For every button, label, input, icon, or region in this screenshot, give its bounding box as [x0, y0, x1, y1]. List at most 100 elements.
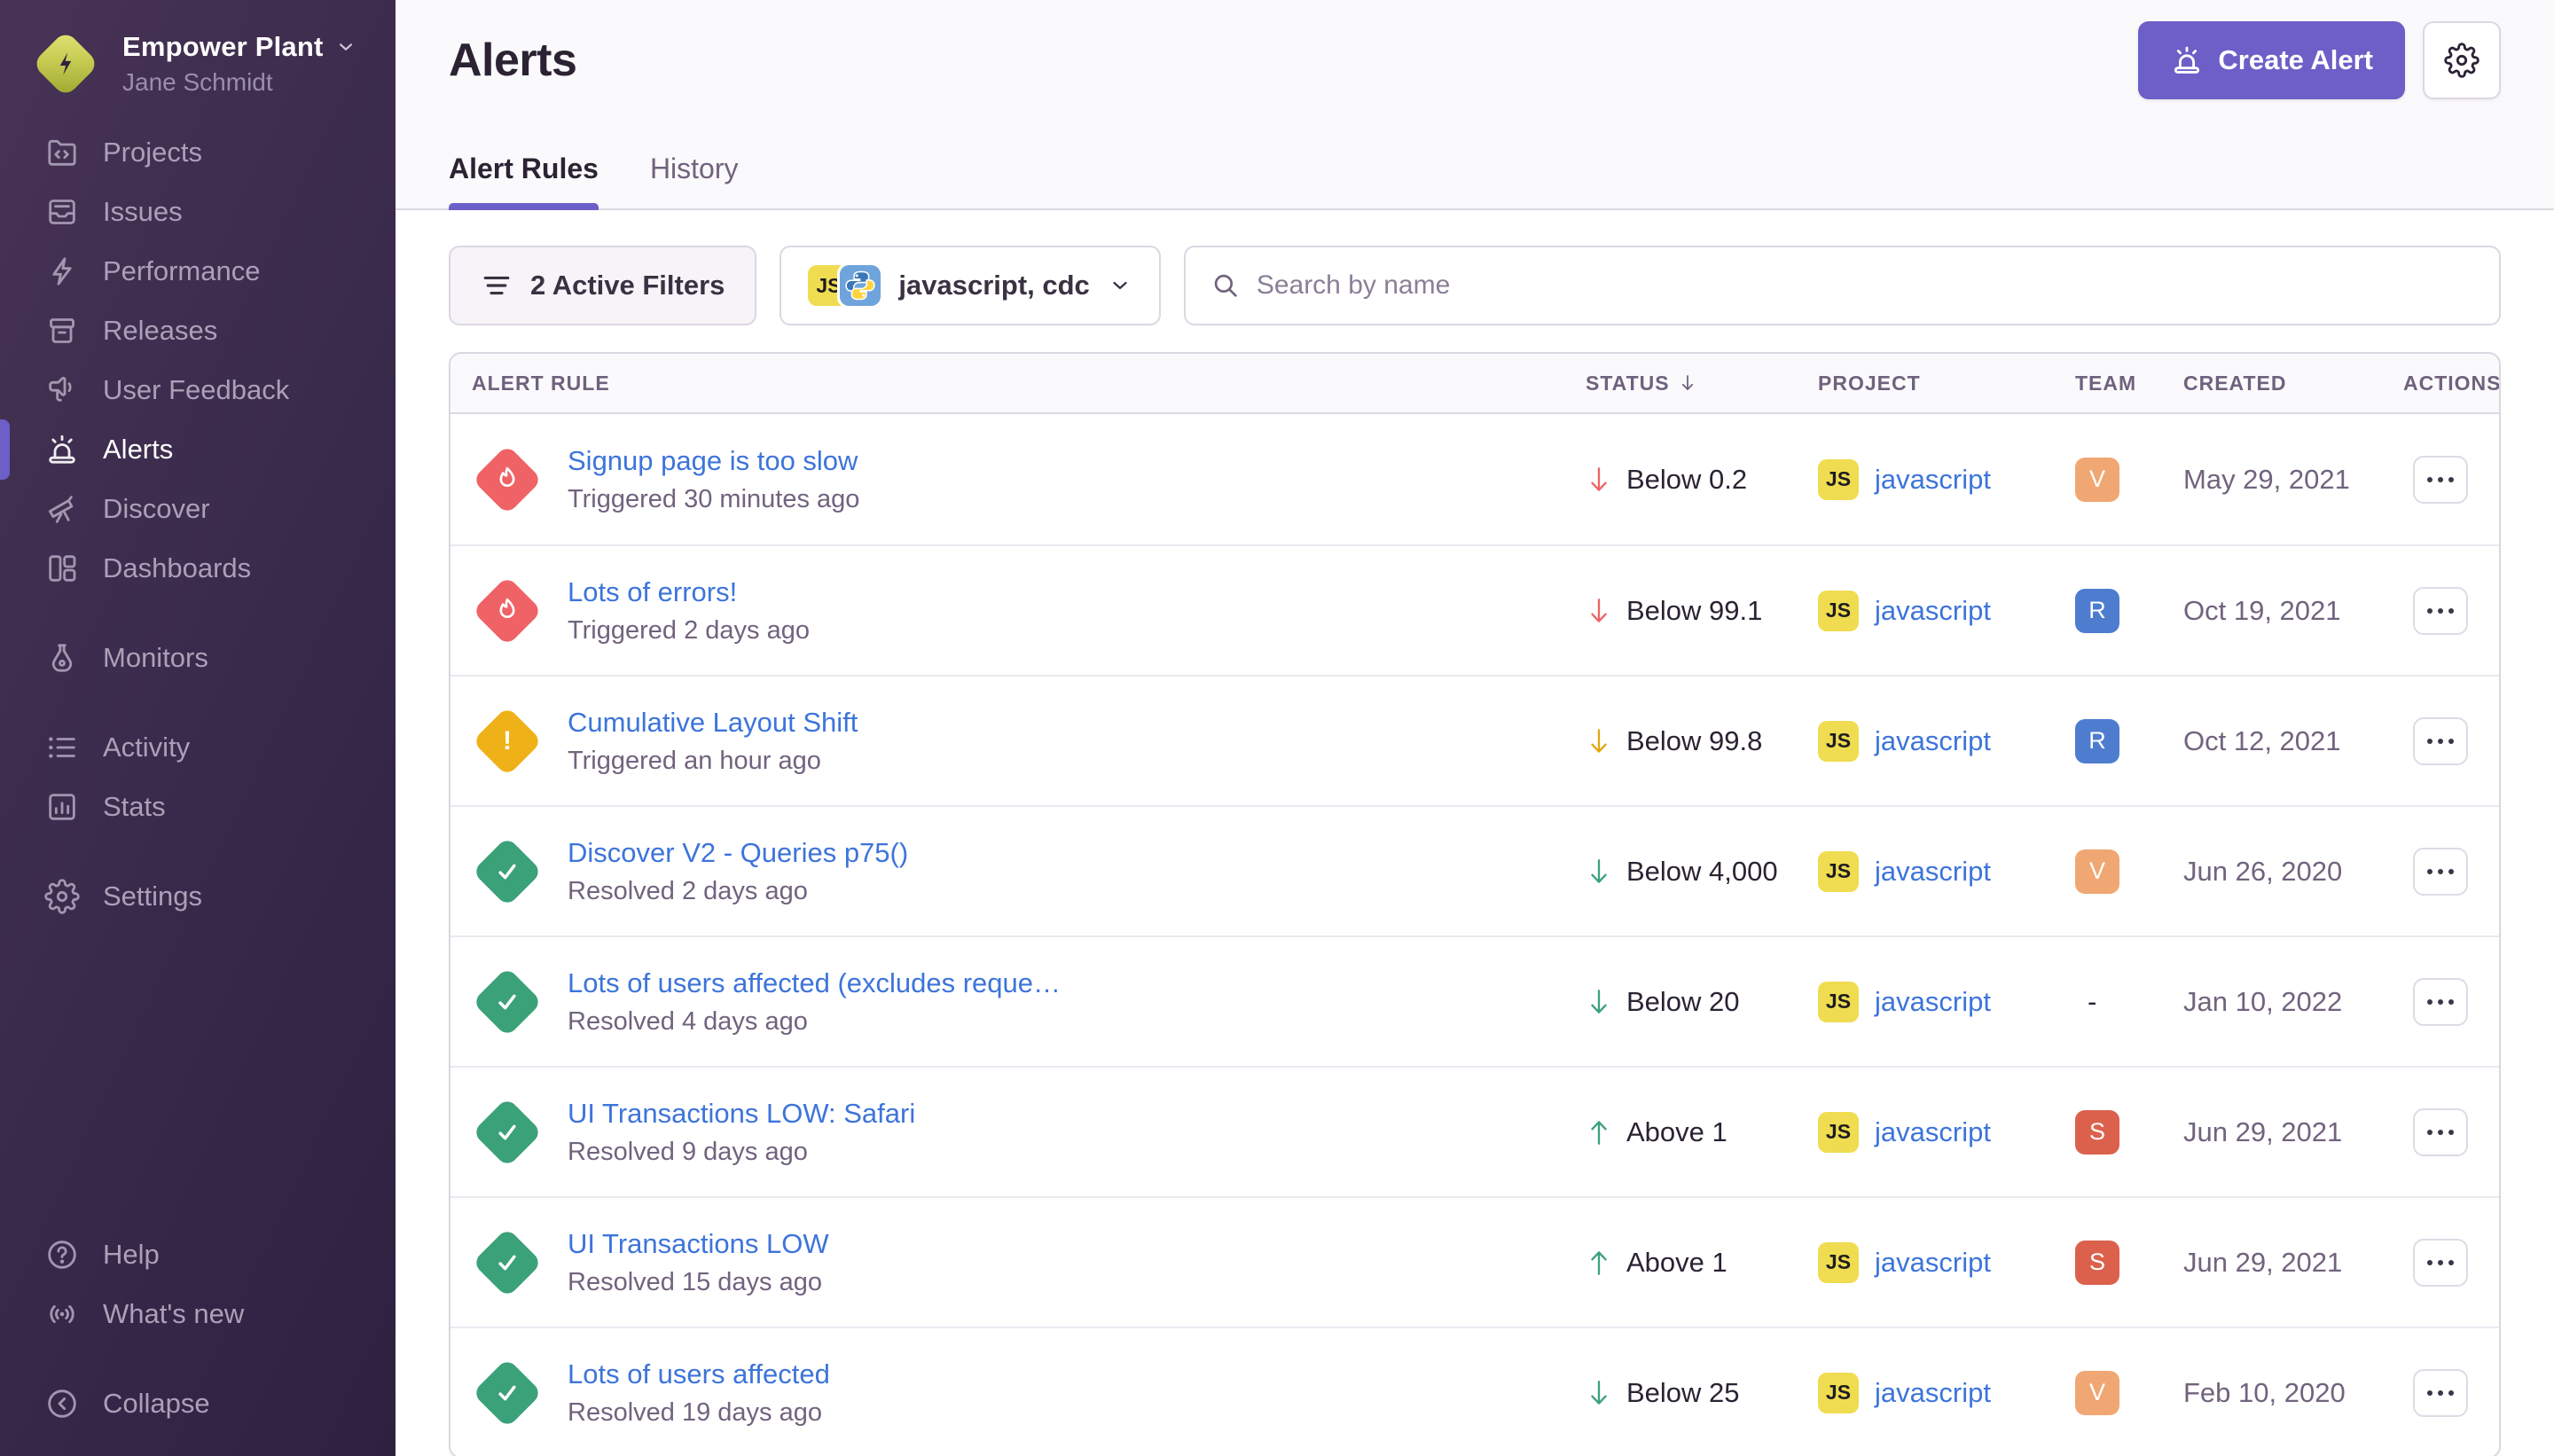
table-row: UI Transactions LOWResolved 15 days agoA… — [450, 1196, 2499, 1327]
arrow-up-icon — [1586, 1117, 1612, 1147]
active-filters-button[interactable]: 2 Active Filters — [449, 246, 756, 325]
check-icon — [490, 854, 525, 889]
row-actions-button[interactable] — [2413, 1108, 2468, 1156]
created-date: Oct 19, 2021 — [2183, 595, 2403, 627]
team-cell: V — [2075, 458, 2183, 502]
team-cell: R — [2075, 589, 2183, 633]
resolved-badge — [472, 967, 542, 1037]
javascript-icon: JS — [1818, 851, 1859, 892]
sidebar-item-monitors[interactable]: Monitors — [0, 628, 396, 687]
arrow-down-icon — [1586, 596, 1612, 626]
sidebar-nav: Projects Issues PerformanceReleases User Fe… — [0, 122, 396, 926]
row-actions-button[interactable] — [2413, 978, 2468, 1026]
telescope-icon — [44, 491, 80, 527]
alert-rule-link[interactable]: Cumulative Layout Shift — [568, 707, 858, 739]
arrow-down-icon — [1586, 857, 1612, 887]
alert-rule-link[interactable]: UI Transactions LOW: Safari — [568, 1098, 915, 1130]
flask-icon — [44, 640, 80, 676]
sidebar-item-discover[interactable]: Discover — [0, 479, 396, 538]
performance-icon — [44, 254, 80, 289]
project-link[interactable]: javascript — [1875, 856, 1991, 888]
row-actions-button[interactable] — [2413, 1369, 2468, 1417]
project-cell: JS javascript — [1818, 1373, 2075, 1413]
user-feedback-icon — [44, 372, 80, 408]
row-actions-button[interactable] — [2413, 456, 2468, 504]
sidebar-item-projects[interactable]: Projects — [0, 122, 396, 182]
team-cell: V — [2075, 849, 2183, 894]
create-alert-label: Create Alert — [2218, 44, 2373, 76]
alert-rule-cell: UI Transactions LOWResolved 15 days ago — [472, 1227, 1586, 1298]
sidebar-item-activity[interactable]: Activity — [0, 717, 396, 777]
sidebar-item-dashboards[interactable]: Dashboards — [0, 538, 396, 598]
alert-rule-detail: Triggered 30 minutes ago — [568, 485, 859, 514]
alert-rule-detail: Triggered an hour ago — [568, 747, 858, 776]
project-link[interactable]: javascript — [1875, 1116, 1991, 1148]
alert-rule-link[interactable]: Lots of users affected — [568, 1358, 830, 1390]
sidebar-item-collapse[interactable]: Collapse — [0, 1374, 396, 1433]
project-link[interactable]: javascript — [1875, 595, 1991, 627]
sidebar-item-settings[interactable]: Settings — [0, 866, 396, 926]
status-threshold: Above 1 — [1626, 1116, 1727, 1148]
sidebar-item-releases[interactable]: Releases — [0, 301, 396, 360]
project-link[interactable]: javascript — [1875, 725, 1991, 757]
search-input[interactable] — [1257, 270, 2474, 301]
alert-rule-link[interactable]: UI Transactions LOW — [568, 1228, 829, 1260]
alert-rule-link[interactable]: Lots of errors! — [568, 576, 810, 608]
check-icon — [490, 1375, 525, 1411]
created-date: May 29, 2021 — [2183, 464, 2403, 496]
tab-alert-rules[interactable]: Alert Rules — [449, 153, 599, 208]
alert-rule-link[interactable]: Discover V2 - Queries p75() — [568, 837, 908, 869]
sidebar-item-stats[interactable]: Stats — [0, 777, 396, 836]
javascript-icon: JS — [1818, 1373, 1859, 1413]
status-threshold: Below 99.1 — [1626, 595, 1762, 627]
alert-rule-detail: Resolved 9 days ago — [568, 1138, 915, 1167]
status-cell: Below 25 — [1586, 1377, 1818, 1409]
releases-icon — [44, 313, 80, 348]
sidebar-item-user-feedback[interactable]: User Feedback — [0, 360, 396, 419]
alert-rule-link[interactable]: Signup page is too slow — [568, 445, 859, 477]
row-actions-button[interactable] — [2413, 717, 2468, 765]
row-actions-button[interactable] — [2413, 1239, 2468, 1287]
sidebar-item-label: User Feedback — [103, 374, 289, 406]
row-actions-button[interactable] — [2413, 848, 2468, 896]
org-switcher[interactable]: Empower Plant Jane Schmidt — [0, 0, 396, 98]
settings-button[interactable] — [2423, 21, 2501, 99]
row-actions-button[interactable] — [2413, 587, 2468, 635]
arrow-down-icon — [1586, 465, 1612, 495]
team-cell: - — [2075, 986, 2183, 1018]
user-name: Jane Schmidt — [122, 68, 357, 97]
create-alert-button[interactable]: Create Alert — [2138, 21, 2405, 99]
sidebar-item-performance[interactable]: Performance — [0, 241, 396, 301]
alert-rule-link[interactable]: Lots of users affected (excludes reque… — [568, 967, 1061, 999]
project-link[interactable]: javascript — [1875, 1377, 1991, 1409]
sidebar-item-label: Alerts — [103, 434, 173, 466]
siren-icon — [44, 432, 80, 467]
sidebar-item-label: Monitors — [103, 642, 208, 674]
tab-history[interactable]: History — [650, 153, 739, 208]
page-header: Alerts Create Alert Al — [396, 0, 2554, 210]
tab-bar: Alert Rules History — [449, 153, 2501, 208]
sidebar-item-help[interactable]: Help — [0, 1225, 396, 1284]
table-body: Signup page is too slow Triggered 30 minu… — [450, 414, 2499, 1456]
column-status[interactable]: STATUS — [1586, 372, 1818, 395]
filter-bar: 2 Active Filters JS javascript, cdc — [449, 246, 2501, 325]
status-cell: Below 99.1 — [1586, 595, 1818, 627]
sidebar-item-label: Issues — [103, 196, 183, 228]
status-threshold: Below 20 — [1626, 986, 1740, 1018]
project-link[interactable]: javascript — [1875, 1247, 1991, 1279]
sidebar-item-issues[interactable]: Issues — [0, 182, 396, 241]
sidebar-item-label: Stats — [103, 791, 166, 823]
org-name: Empower Plant — [122, 31, 324, 63]
check-icon — [490, 1115, 525, 1150]
sidebar-item-what-s-new[interactable]: What's new — [0, 1284, 396, 1343]
project-filter-dropdown[interactable]: JS javascript, cdc — [780, 246, 1160, 325]
alert-rule-cell: Lots of users affectedResolved 19 days a… — [472, 1358, 1586, 1429]
resolved-badge — [472, 836, 542, 906]
project-link[interactable]: javascript — [1875, 986, 1991, 1018]
search-box — [1184, 246, 2501, 325]
arrow-up-icon — [1586, 1248, 1612, 1278]
python-icon — [840, 265, 881, 306]
sidebar-item-alerts[interactable]: Alerts — [0, 419, 396, 479]
alert-rule-cell: Lots of users affected (excludes reque…R… — [472, 967, 1586, 1037]
project-link[interactable]: javascript — [1875, 464, 1991, 496]
